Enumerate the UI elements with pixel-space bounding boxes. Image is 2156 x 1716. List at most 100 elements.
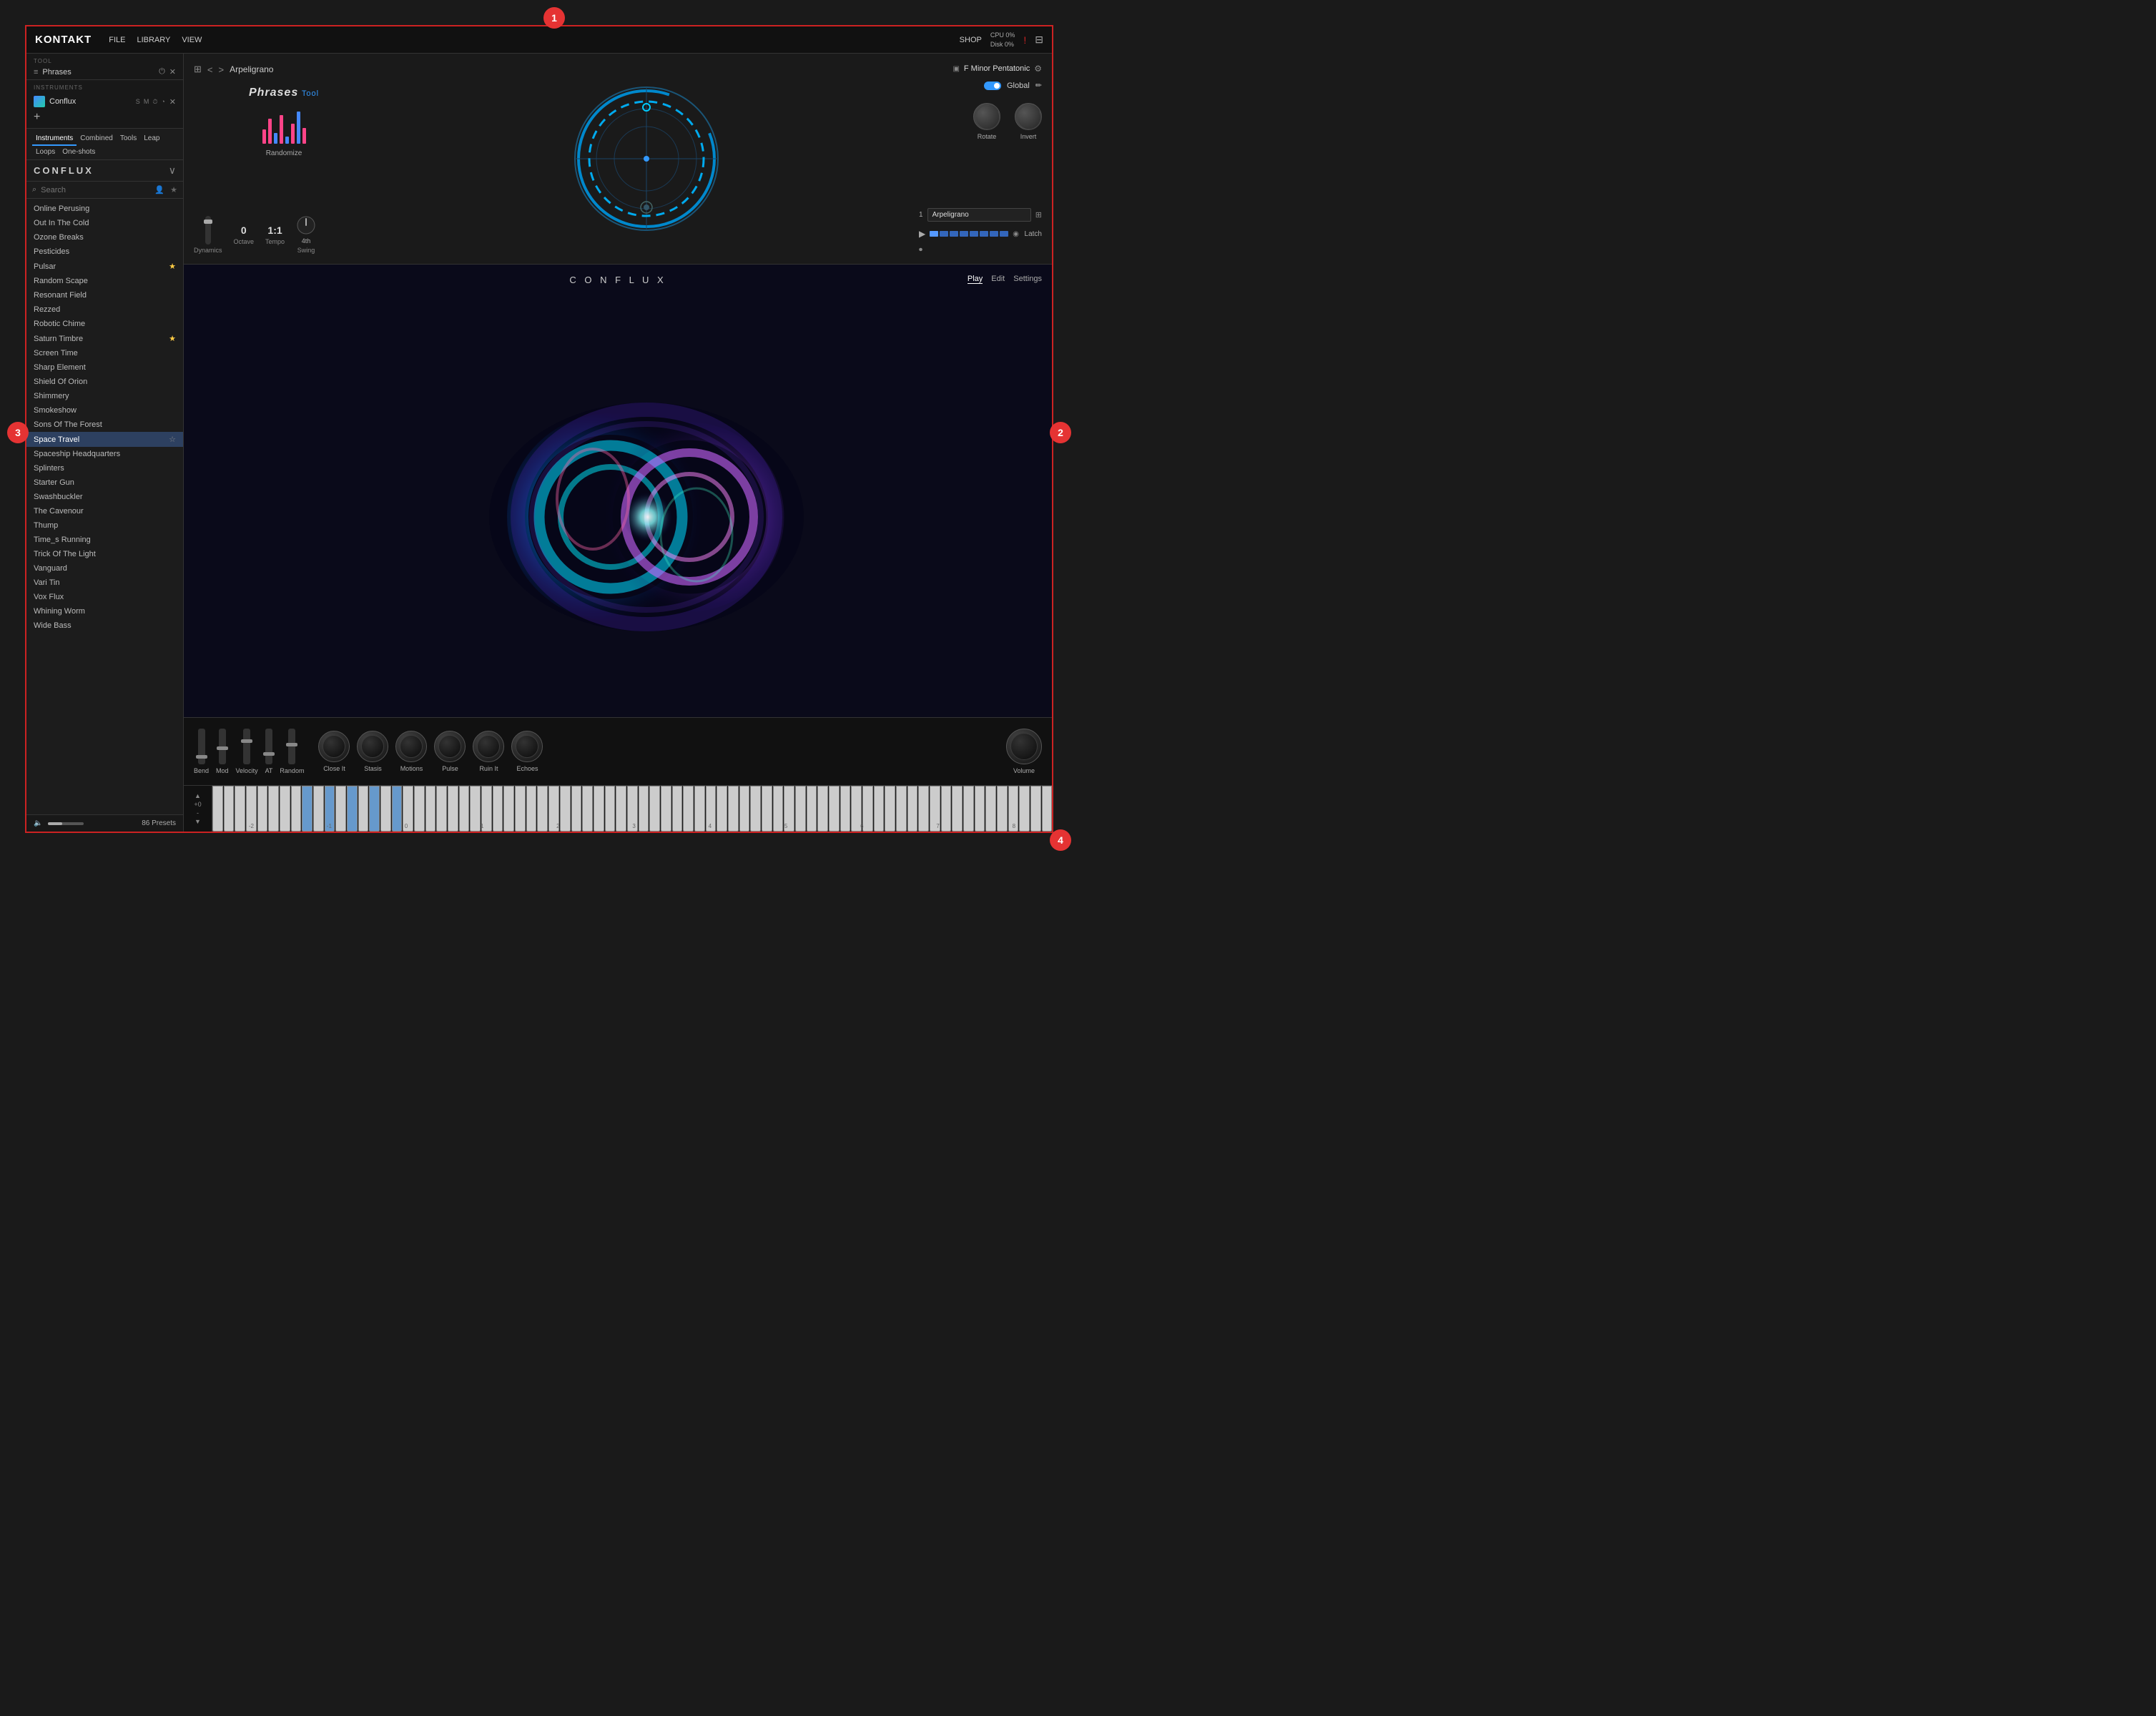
stasis-knob[interactable] xyxy=(357,731,388,762)
latch-dot-icon: ◉ xyxy=(1013,230,1019,238)
tool-close-btn[interactable]: ✕ xyxy=(169,67,176,77)
pattern-slot-3[interactable] xyxy=(950,231,958,237)
tool-power-btn[interactable]: ⏻ xyxy=(159,67,165,77)
preset-star-icon[interactable]: ★ xyxy=(169,334,176,343)
pattern-slot-5[interactable] xyxy=(970,231,978,237)
preset-item[interactable]: Space Travel☆ xyxy=(26,432,183,447)
volume-knob[interactable] xyxy=(1006,729,1042,764)
preset-star-icon[interactable]: ☆ xyxy=(169,435,176,444)
preset-item[interactable]: Smokeshow xyxy=(26,403,183,418)
preset-item[interactable]: Robotic Chime xyxy=(26,317,183,331)
preset-item[interactable]: Pulsar★ xyxy=(26,259,183,274)
play-tab[interactable]: Play xyxy=(968,275,983,284)
menu-library[interactable]: LIBRARY xyxy=(137,36,170,44)
pattern-slot-4[interactable] xyxy=(960,231,968,237)
settings-tab[interactable]: Settings xyxy=(1013,275,1042,284)
preset-item[interactable]: Starter Gun xyxy=(26,475,183,490)
preset-item[interactable]: Ozone Breaks xyxy=(26,230,183,245)
dynamics-fader[interactable] xyxy=(205,216,211,245)
random-fader[interactable] xyxy=(288,729,295,764)
ruin-it-knob[interactable] xyxy=(473,731,504,762)
preset-item[interactable]: Swashbuckler xyxy=(26,490,183,504)
piano-num-0: 0 xyxy=(405,823,408,829)
randomize-label[interactable]: Randomize xyxy=(266,149,302,157)
edit-tab[interactable]: Edit xyxy=(991,275,1005,284)
instrument-name[interactable]: Conflux xyxy=(49,97,132,106)
pattern-slot-2[interactable] xyxy=(940,231,948,237)
invert-knob[interactable] xyxy=(1015,103,1042,130)
preset-item[interactable]: Online Perusing xyxy=(26,202,183,216)
star-filter-icon[interactable]: ★ xyxy=(170,185,177,194)
preset-item[interactable]: Whining Worm xyxy=(26,604,183,618)
piano-up-icon[interactable]: ▲ xyxy=(195,792,201,799)
mod-fader[interactable] xyxy=(219,729,226,764)
pulse-knob[interactable] xyxy=(434,731,466,762)
brand-chevron[interactable]: ∨ xyxy=(169,164,176,177)
key-value[interactable]: F Minor Pentatonic xyxy=(964,64,1030,73)
tab-instruments[interactable]: Instruments xyxy=(32,132,77,146)
pattern-slot-8[interactable] xyxy=(1000,231,1008,237)
echoes-knob[interactable] xyxy=(511,731,543,762)
preset-item[interactable]: Saturn Timbre★ xyxy=(26,331,183,346)
velocity-fader[interactable] xyxy=(243,729,250,764)
tab-loops[interactable]: Loops xyxy=(32,146,59,159)
edit-pencil-icon[interactable]: ✏ xyxy=(1035,81,1042,90)
menu-file[interactable]: FILE xyxy=(109,36,125,44)
preset-item[interactable]: Sharp Element xyxy=(26,360,183,375)
shop-button[interactable]: SHOP xyxy=(960,36,982,44)
preset-item[interactable]: Resonant Field xyxy=(26,288,183,302)
rotate-knob[interactable] xyxy=(973,103,1000,130)
tab-oneshots[interactable]: One-shots xyxy=(59,146,99,159)
preset-item[interactable]: The Cavenour xyxy=(26,504,183,518)
preset-item[interactable]: Vanguard xyxy=(26,561,183,576)
preset-item[interactable]: Pesticides xyxy=(26,245,183,259)
tab-tools[interactable]: Tools xyxy=(117,132,140,146)
motions-knob[interactable] xyxy=(395,731,427,762)
preset-item[interactable]: Shimmery xyxy=(26,389,183,403)
preset-select-icon[interactable]: ⊞ xyxy=(1035,210,1042,220)
key-gear-icon[interactable]: ⚙ xyxy=(1034,64,1042,74)
global-toggle[interactable] xyxy=(984,82,1001,90)
preset-item[interactable]: Thump xyxy=(26,518,183,533)
piano-num-6: 6 xyxy=(860,823,863,829)
close-it-knob[interactable] xyxy=(318,731,350,762)
tab-combined[interactable]: Combined xyxy=(77,132,117,146)
preset-item[interactable]: Spaceship Headquarters xyxy=(26,447,183,461)
swing-knob[interactable] xyxy=(296,215,316,235)
preset-select-box[interactable]: Arpeligrano xyxy=(927,208,1031,222)
tab-leap[interactable]: Leap xyxy=(140,132,163,146)
nav-back-icon[interactable]: < xyxy=(207,64,213,75)
preset-item[interactable]: Wide Bass xyxy=(26,618,183,633)
pattern-slot-1[interactable] xyxy=(930,231,938,237)
at-fader[interactable] xyxy=(265,729,272,764)
user-icon[interactable]: 👤 xyxy=(154,185,164,194)
preset-item[interactable]: Screen Time xyxy=(26,346,183,360)
instrument-close[interactable]: ✕ xyxy=(169,97,176,107)
instrument-icon xyxy=(34,96,45,107)
menu-view[interactable]: VIEW xyxy=(182,36,202,44)
piano-down-icon[interactable]: ▼ xyxy=(195,818,201,825)
preset-item[interactable]: Splinters xyxy=(26,461,183,475)
pattern-slot-6[interactable] xyxy=(980,231,988,237)
preset-item[interactable]: Vari Tin xyxy=(26,576,183,590)
preset-item[interactable]: Sons Of The Forest xyxy=(26,418,183,432)
preset-item[interactable]: Rezzed xyxy=(26,302,183,317)
pattern-slot-7[interactable] xyxy=(990,231,998,237)
bend-fader[interactable] xyxy=(198,729,205,764)
preset-item[interactable]: Trick Of The Light xyxy=(26,547,183,561)
instrument-s[interactable]: S xyxy=(136,98,140,106)
instrument-m[interactable]: M xyxy=(144,98,149,106)
nav-forward-icon[interactable]: > xyxy=(219,64,225,75)
close-it-label: Close It xyxy=(323,765,345,772)
play-button[interactable]: ▶ xyxy=(919,229,925,239)
arp-title: Arpeligrano xyxy=(230,64,273,74)
search-input[interactable] xyxy=(41,186,150,194)
add-instrument-btn[interactable]: + xyxy=(34,111,40,124)
preset-star-icon[interactable]: ★ xyxy=(169,262,176,271)
preset-item[interactable]: Random Scape xyxy=(26,274,183,288)
record-icon[interactable]: ⏺ xyxy=(919,246,922,254)
preset-item[interactable]: Vox Flux xyxy=(26,590,183,604)
preset-item[interactable]: Out In The Cold xyxy=(26,216,183,230)
preset-item[interactable]: Time_s Running xyxy=(26,533,183,547)
preset-item[interactable]: Shield Of Orion xyxy=(26,375,183,389)
